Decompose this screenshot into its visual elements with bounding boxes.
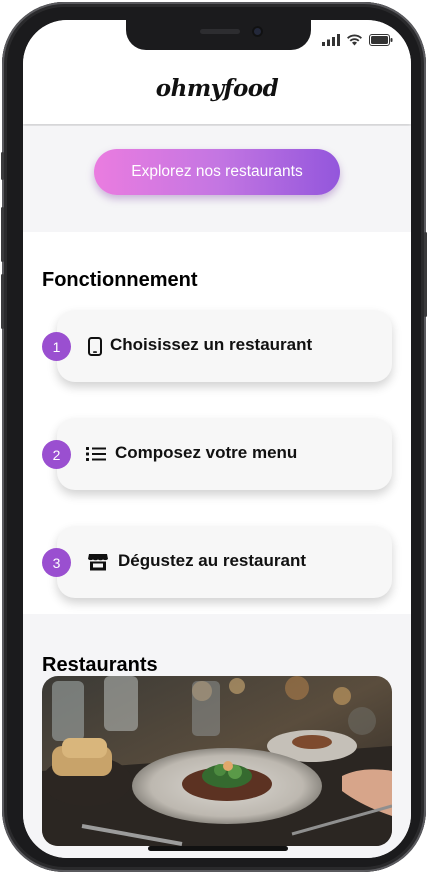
home-indicator <box>148 846 288 851</box>
power-button <box>424 232 427 317</box>
step-card-1[interactable]: 1 Choisissez un restaurant <box>42 310 392 382</box>
store-icon <box>87 551 109 573</box>
step-label-1: Choisissez un restaurant <box>110 335 313 354</box>
wifi-icon <box>347 34 362 46</box>
explore-restaurants-button[interactable]: Explorez nos restaurants <box>94 149 340 195</box>
step-card-2[interactable]: 2 Composez votre menu <box>42 418 392 490</box>
status-bar <box>322 34 393 46</box>
front-camera <box>252 26 263 37</box>
phone-screen: ohmyfood Explorez nos restaurants Foncti… <box>23 20 411 858</box>
step-label-2: Composez votre menu <box>115 443 298 462</box>
phone-frame: ohmyfood Explorez nos restaurants Foncti… <box>1 2 427 872</box>
volume-down-button <box>1 274 4 329</box>
phone-icon <box>84 335 106 357</box>
step-label-3: Dégustez au restaurant <box>118 551 306 570</box>
step-number-3: 3 <box>42 548 71 577</box>
list-icon <box>85 443 107 465</box>
hero-section: Explorez nos restaurants <box>23 126 411 232</box>
signal-icon <box>322 34 340 46</box>
how-it-works-title: Fonctionnement <box>42 269 198 291</box>
restaurants-section: Restaurants <box>23 614 411 858</box>
notch <box>126 20 311 50</box>
restaurant-photo[interactable] <box>42 676 392 846</box>
restaurants-title: Restaurants <box>42 654 158 676</box>
step-card-3[interactable]: 3 Dégustez au restaurant <box>42 526 392 598</box>
step-number-1: 1 <box>42 332 71 361</box>
volume-up-button <box>1 207 4 262</box>
how-it-works-section: Fonctionnement 1 Choisissez un restauran… <box>23 232 411 614</box>
battery-icon <box>369 34 393 46</box>
ohmyfood-logo[interactable]: ohmyfood <box>156 75 279 102</box>
step-number-2: 2 <box>42 440 71 469</box>
mute-switch <box>1 152 4 180</box>
speaker <box>200 29 240 34</box>
